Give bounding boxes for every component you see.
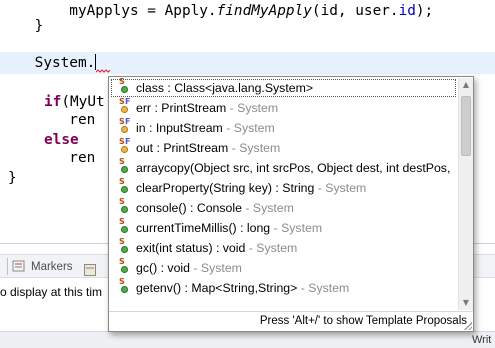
assist-footer: Press 'Alt+/' to show Template Proposals [109,311,473,331]
static-final-field-icon: SF [119,117,133,135]
code-line-5: ren [0,112,96,128]
proposal-item-exit[interactable]: S exit(int status) : void - System [110,237,457,258]
proposal-item-currenttimemillis[interactable]: S currentTimeMillis() : long - System [110,217,457,238]
proposal-item-in[interactable]: SF in : InputStream - System [110,117,457,138]
static-final-field-icon: SF [119,137,133,155]
static-method-icon: S [119,257,133,275]
tab-markers-label: Markers [31,261,73,273]
static-method-icon: S [119,177,133,195]
proposal-scrollbar[interactable]: ▲ ▼ [458,78,473,310]
code-line-current[interactable]: System. [0,52,495,74]
proposal-item-clearproperty[interactable]: S clearProperty(String key) : String - S… [110,177,457,198]
class-icon: S [119,78,133,95]
static-method-icon: S [119,217,133,235]
views-message: o display at this tim [0,285,103,299]
proposal-item-class[interactable]: S class : Class<java.lang.System> [110,78,457,98]
scroll-thumb[interactable] [461,96,471,156]
proposal-list[interactable]: S class : Class<java.lang.System> SF err… [110,78,457,310]
static-method-icon: S [119,157,133,175]
static-method-icon: S [119,237,133,255]
proposal-item-err[interactable]: SF err : PrintStream - System [110,97,457,118]
code-line-1: myApplys = Apply.findMyApply(id, user.id… [0,3,434,19]
resize-grip-icon[interactable] [463,321,472,330]
template-proposals-hint[interactable]: Press 'Alt+/' to show Template Proposals [260,315,467,327]
status-writable-label: Writ [472,334,492,346]
content-assist-popup[interactable]: S class : Class<java.lang.System> SF err… [108,76,474,332]
error-squiggle [96,69,110,73]
tab-markers[interactable]: Markers [12,257,73,277]
properties-icon[interactable] [84,261,96,280]
proposal-item-console[interactable]: S console() : Console - System [110,197,457,218]
code-line-7: ren [0,150,96,166]
scroll-up-icon[interactable]: ▲ [459,78,473,92]
code-line-2: } [0,18,44,34]
text-caret [95,54,97,70]
static-final-field-icon: SF [119,97,133,115]
status-bar [0,331,495,348]
proposal-item-gc[interactable]: S gc() : void - System [110,257,457,278]
proposal-item-arraycopy[interactable]: S arraycopy(Object src, int srcPos, Obje… [110,157,457,178]
static-method-icon: S [119,197,133,215]
code-line-8: } [8,170,17,186]
proposal-item-getenv[interactable]: S getenv() : Map<String,String> - System [110,277,457,298]
static-method-icon: S [119,277,133,295]
tab-fragment[interactable] [0,258,8,275]
markers-icon [12,259,26,276]
proposal-item-out[interactable]: SF out : PrintStream - System [110,137,457,158]
scroll-down-icon[interactable]: ▼ [459,296,473,310]
